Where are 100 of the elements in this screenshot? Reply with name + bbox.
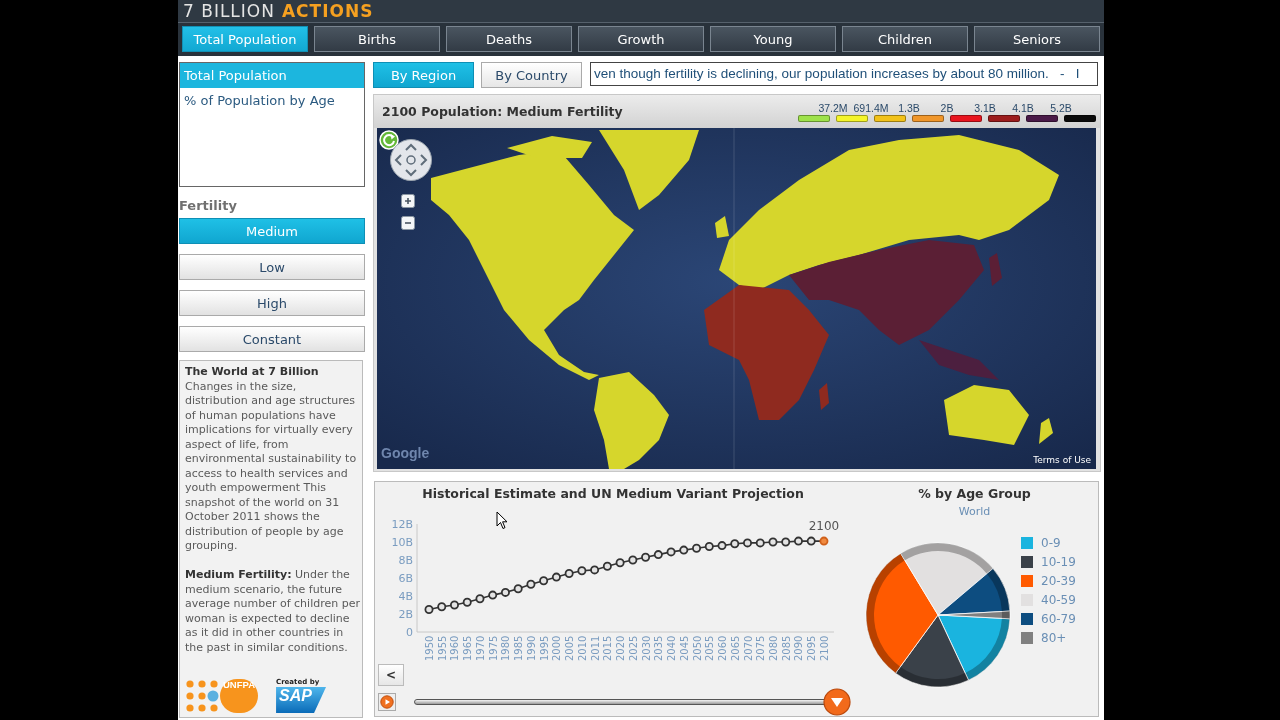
info-title: The World at 7 Billion bbox=[185, 365, 320, 380]
time-slider[interactable] bbox=[413, 688, 851, 716]
chart-title: % by Age Group bbox=[917, 486, 1032, 502]
data-point bbox=[755, 538, 765, 548]
x-axis-label: 1975 bbox=[487, 635, 499, 661]
island-shape bbox=[715, 216, 729, 238]
x-axis-label: 2025 bbox=[627, 635, 639, 661]
data-point bbox=[437, 602, 447, 612]
partner-logo-text: UNFPA bbox=[220, 679, 259, 713]
y-axis-label: 0 bbox=[406, 626, 413, 639]
x-axis-label: 2040 bbox=[666, 635, 678, 661]
x-axis-label: 2055 bbox=[704, 635, 716, 661]
data-point bbox=[577, 566, 587, 576]
y-axis-label: 10B bbox=[391, 536, 413, 549]
legend-label: 4.1B bbox=[1011, 101, 1035, 114]
refresh-icon[interactable] bbox=[379, 130, 399, 150]
x-axis-label: 2070 bbox=[742, 635, 754, 661]
zoom-in-icon[interactable] bbox=[401, 194, 415, 208]
data-point bbox=[806, 536, 816, 546]
logo-text: 7 BILLION bbox=[183, 1, 275, 21]
fertility-button[interactable]: Constant bbox=[179, 326, 365, 352]
data-point bbox=[513, 584, 523, 594]
data-point bbox=[730, 539, 740, 549]
x-axis-label: 2100 bbox=[818, 635, 830, 661]
map-title: 2100 Population: Medium Fertility bbox=[382, 104, 623, 119]
tab[interactable]: Growth bbox=[578, 26, 704, 52]
legend-label: 37.2M bbox=[817, 101, 849, 114]
section-heading: Fertility bbox=[179, 197, 238, 215]
x-axis-label: 2030 bbox=[640, 635, 652, 661]
data-point bbox=[500, 587, 510, 597]
x-axis-label: 1965 bbox=[462, 635, 474, 661]
data-point bbox=[679, 545, 689, 555]
x-axis-label: 2080 bbox=[768, 635, 779, 661]
slider-thumb[interactable] bbox=[823, 688, 851, 716]
selected-point bbox=[819, 536, 829, 546]
tab[interactable]: Children bbox=[842, 26, 968, 52]
fertility-button[interactable]: High bbox=[179, 290, 365, 316]
data-point bbox=[743, 538, 752, 548]
x-axis-label: 2090 bbox=[793, 635, 805, 661]
data-point bbox=[424, 605, 434, 614]
data-point bbox=[462, 597, 472, 607]
y-axis-label: 12B bbox=[391, 518, 413, 531]
data-point bbox=[475, 594, 485, 604]
x-axis-label: 2015 bbox=[602, 635, 614, 661]
x-axis-label: 2060 bbox=[717, 635, 728, 661]
x-axis-label: 2095 bbox=[806, 635, 818, 661]
pan-control-icon[interactable] bbox=[389, 138, 433, 182]
tab[interactable]: Young bbox=[710, 26, 836, 52]
data-point bbox=[692, 543, 702, 553]
legend-label: 0-9 bbox=[1041, 535, 1061, 550]
tab[interactable]: Deaths bbox=[446, 26, 572, 52]
legend-label: 2B bbox=[939, 101, 955, 114]
zoom-out-icon[interactable] bbox=[401, 216, 415, 230]
x-axis-label: 2085 bbox=[780, 635, 792, 661]
view-toggle-button[interactable]: By Country bbox=[481, 62, 582, 88]
x-axis-label: 2020 bbox=[615, 635, 627, 661]
legend-label: 691.4M bbox=[852, 101, 890, 114]
x-axis-label: 1970 bbox=[474, 635, 486, 661]
x-axis-label: 1960 bbox=[449, 635, 461, 661]
chart-title: Historical Estimate and UN Medium Variant Projection bbox=[421, 486, 805, 502]
data-point bbox=[551, 572, 561, 582]
x-axis-label: 2000 bbox=[551, 635, 563, 661]
x-axis-label: 2050 bbox=[691, 635, 703, 661]
x-axis-label: 2045 bbox=[678, 635, 690, 661]
data-point bbox=[628, 555, 638, 565]
data-point bbox=[450, 600, 459, 610]
data-point bbox=[653, 550, 663, 560]
data-point bbox=[590, 565, 600, 575]
x-axis-label: 1990 bbox=[525, 635, 537, 661]
legend-label: 20-39 bbox=[1041, 573, 1076, 588]
data-point bbox=[793, 536, 803, 546]
dots-logo-icon bbox=[185, 679, 219, 713]
tab[interactable]: Seniors bbox=[974, 26, 1100, 52]
play-button[interactable] bbox=[378, 693, 396, 711]
fertility-button[interactable]: Low bbox=[179, 254, 365, 280]
data-point bbox=[526, 579, 536, 589]
island-shape bbox=[989, 253, 1002, 286]
cursor-icon bbox=[496, 511, 508, 530]
data-point bbox=[717, 541, 727, 551]
list-item[interactable]: % of Population by Age bbox=[180, 88, 364, 113]
info-text: Medium Fertility: Under the medium scenario, the future average number of children per woman is expected to decline as it did in other countries in the past in similar conditions. bbox=[185, 568, 361, 655]
legend-label: 5.2B bbox=[1049, 101, 1073, 114]
terms-link[interactable]: Terms of Use bbox=[1033, 455, 1091, 466]
news-ticker: ven though fertility is declining, our population increases by about 80 million. - I bbox=[590, 62, 1098, 86]
y-axis-label: 4B bbox=[398, 590, 413, 603]
legend-label: 80+ bbox=[1041, 630, 1067, 645]
info-text: Changes in the size, distribution and age structures of human populations have implications for virtually every aspect of life, from environmental sustainability to access to health services and youth empowerment This snapshot of the world on 31 October 2011 shows the distribution of people by age grouping. bbox=[185, 379, 358, 554]
data-point bbox=[666, 547, 676, 557]
data-point bbox=[615, 558, 625, 568]
legend-label: 10-19 bbox=[1041, 554, 1076, 569]
map-attribution-logo: Google bbox=[381, 445, 430, 461]
x-axis-label: 1995 bbox=[538, 635, 550, 661]
chart-subtitle: World bbox=[957, 505, 992, 519]
y-axis-label: 6B bbox=[398, 572, 413, 585]
tab[interactable]: Births bbox=[314, 26, 440, 52]
back-button[interactable]: < bbox=[378, 664, 404, 686]
island-shape bbox=[819, 383, 829, 410]
data-point bbox=[768, 537, 778, 547]
data-point bbox=[704, 542, 714, 551]
y-axis-label: 2B bbox=[398, 608, 413, 621]
